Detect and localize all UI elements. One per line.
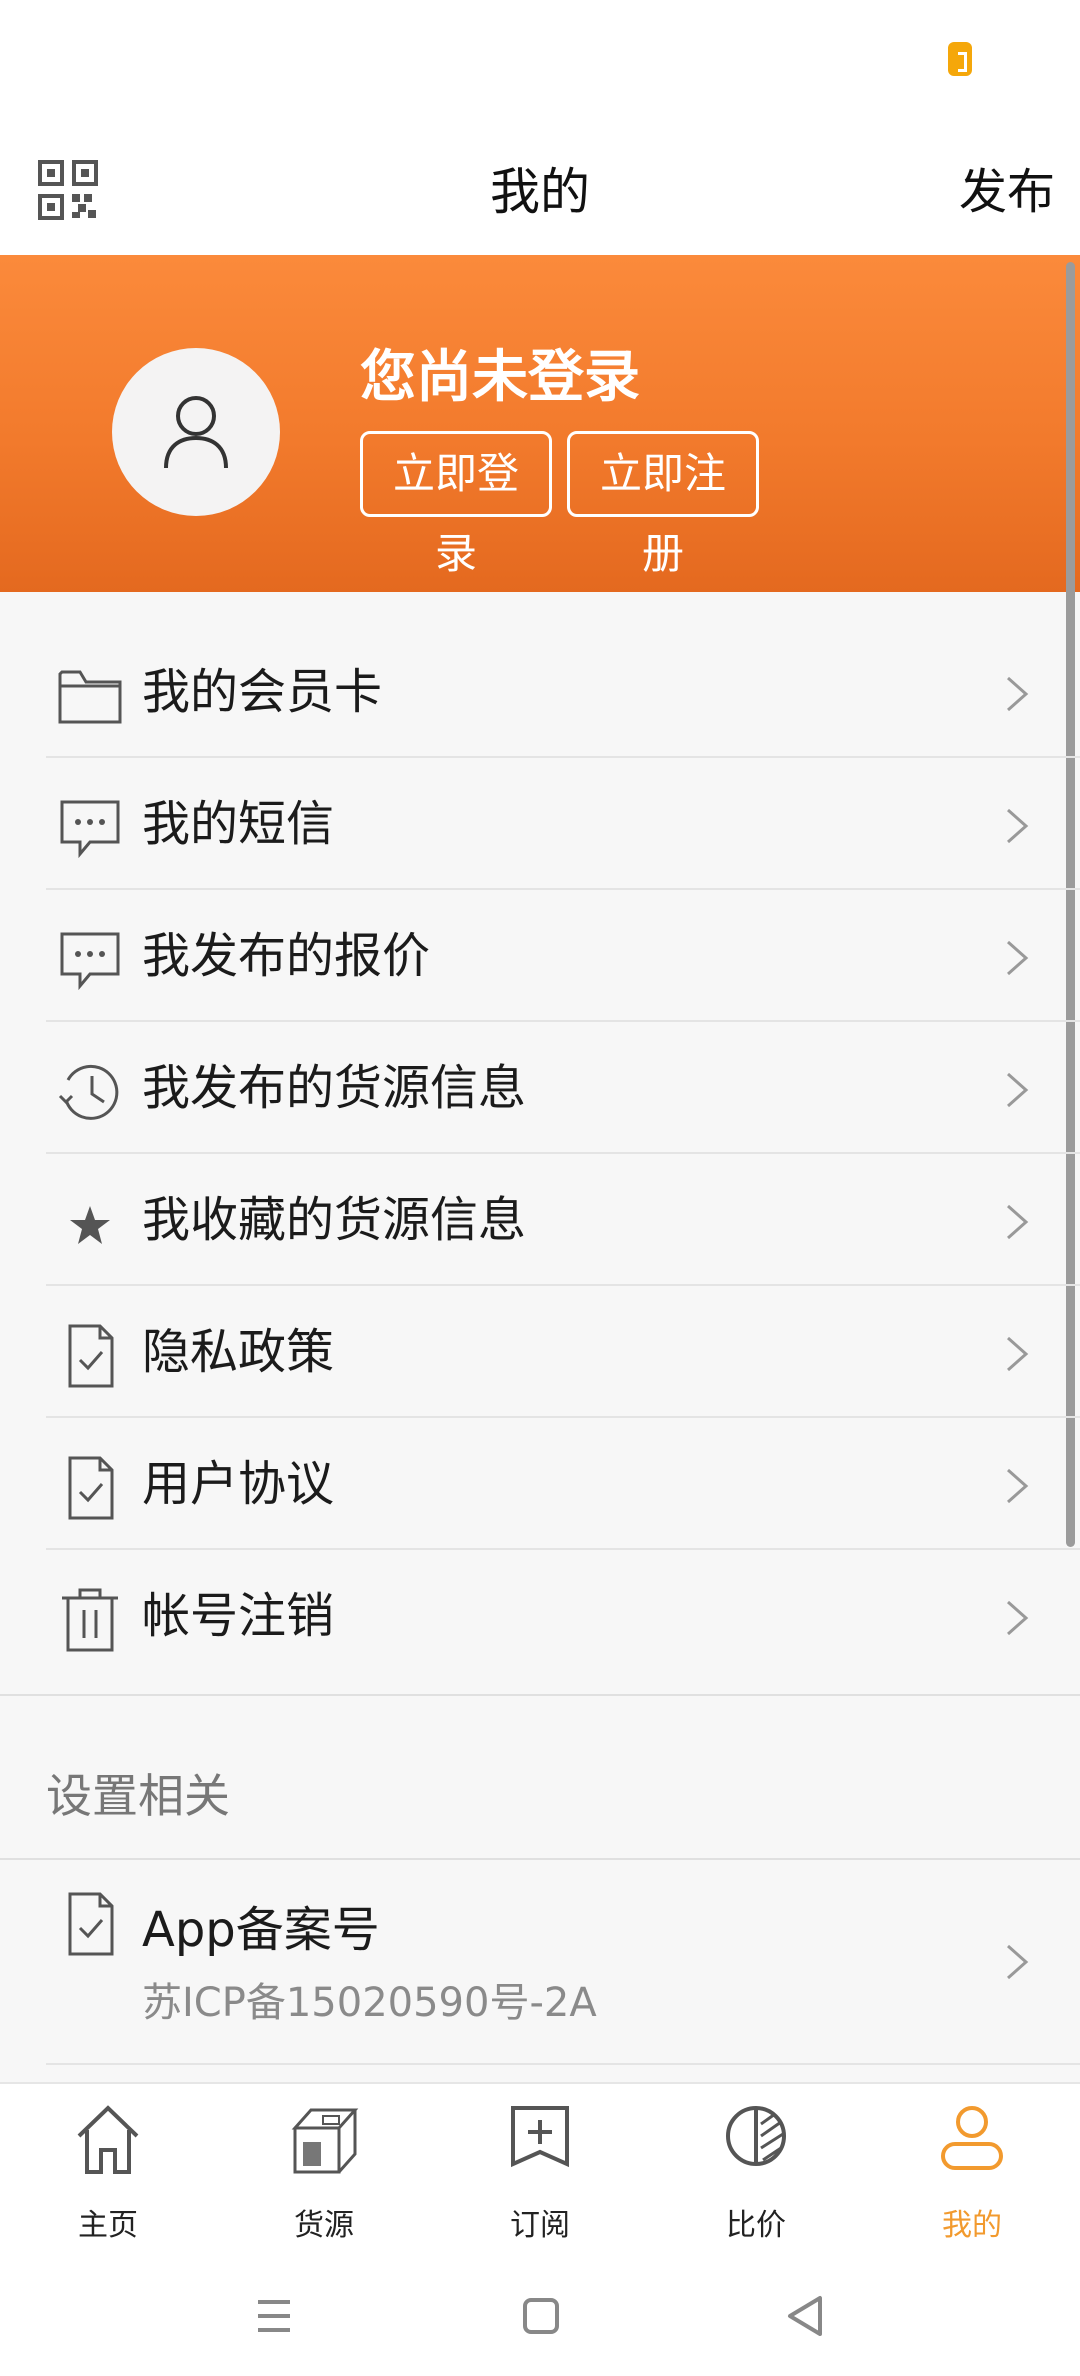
- menu-item-label: 帐号注销: [142, 1588, 335, 1644]
- status-bar: [0, 0, 1080, 130]
- menu-item-label: 我的短信: [142, 796, 335, 852]
- menu-item-label: 我发布的货源信息: [142, 1060, 527, 1116]
- bottom-tab-bar: 主页 货源 订阅 比价 我的: [0, 2082, 1080, 2258]
- menu-item-delete-account[interactable]: 帐号注销: [0, 1550, 1080, 1682]
- menu-item-app-record[interactable]: App备案号 苏ICP备15020590号-2A: [0, 1860, 1080, 2065]
- home-icon: [77, 2105, 139, 2174]
- trash-icon: [62, 1588, 118, 1652]
- system-navigation-bar: [0, 2258, 1080, 2376]
- menu-item-label: 我的会员卡: [142, 664, 383, 720]
- user-icon: [164, 396, 228, 469]
- back-icon[interactable]: [776, 2286, 836, 2346]
- history-icon: [58, 1064, 119, 1120]
- login-button[interactable]: 立即登录: [360, 431, 552, 577]
- app-record-title: App备案号: [142, 1902, 380, 1958]
- chevron-right-icon: [1007, 1204, 1029, 1240]
- chevron-right-icon: [1007, 1072, 1029, 1108]
- compare-icon: [726, 2106, 786, 2166]
- menu-list: 我的会员卡 我的短信 我发布的报价 我发布的货源信息 我收藏的货源信息 隐私政策…: [0, 626, 1080, 1682]
- divider: [0, 1694, 1080, 1696]
- message-icon: [60, 800, 120, 859]
- page-title: 我的: [490, 163, 590, 221]
- profile-banner: 您尚未登录 立即登录 立即注册: [0, 255, 1080, 592]
- menu-item-favorite-cargo[interactable]: 我收藏的货源信息: [0, 1154, 1080, 1286]
- tab-compare[interactable]: 比价: [648, 2084, 864, 2260]
- profile-icon: [941, 2106, 1003, 2170]
- subscribe-icon: [511, 2106, 569, 2168]
- chevron-right-icon: [1007, 676, 1029, 712]
- battery-icon: [948, 42, 972, 76]
- menu-item-my-cargo[interactable]: 我发布的货源信息: [0, 1022, 1080, 1154]
- menu-item-label: 隐私政策: [142, 1324, 335, 1380]
- tab-label: 我的: [942, 2208, 1002, 2243]
- chevron-right-icon: [1007, 808, 1029, 844]
- menu-item-messages[interactable]: 我的短信: [0, 758, 1080, 890]
- document-check-icon: [68, 1456, 114, 1520]
- divider: [46, 2063, 1080, 2065]
- publish-button[interactable]: 发布: [959, 130, 1055, 255]
- menu-item-label: 我发布的报价: [142, 928, 431, 984]
- document-check-icon: [68, 1892, 114, 1956]
- settings-section-title: 设置相关: [46, 1769, 230, 1823]
- tab-cargo[interactable]: 货源: [216, 2084, 432, 2260]
- home-button-icon[interactable]: [511, 2286, 571, 2346]
- chevron-right-icon: [1007, 1336, 1029, 1372]
- chevron-right-icon: [1007, 1600, 1029, 1636]
- register-button[interactable]: 立即注册: [567, 431, 759, 577]
- star-icon: [70, 1206, 110, 1244]
- tab-label: 比价: [726, 2208, 786, 2243]
- document-check-icon: [68, 1324, 114, 1388]
- qr-code-icon[interactable]: [38, 160, 98, 220]
- menu-item-my-quotes[interactable]: 我发布的报价: [0, 890, 1080, 1022]
- chevron-right-icon: [1007, 1944, 1029, 1980]
- chevron-right-icon: [1007, 1468, 1029, 1504]
- menu-item-privacy-policy[interactable]: 隐私政策: [0, 1286, 1080, 1418]
- tab-label: 货源: [294, 2208, 354, 2243]
- tab-label: 订阅: [510, 2208, 570, 2243]
- chevron-right-icon: [1007, 940, 1029, 976]
- avatar[interactable]: [112, 348, 280, 516]
- top-header: 我的 发布: [0, 130, 1080, 255]
- app-record-number: 苏ICP备15020590号-2A: [142, 1980, 597, 2026]
- tab-home[interactable]: 主页: [0, 2084, 216, 2260]
- tab-subscribe[interactable]: 订阅: [432, 2084, 648, 2260]
- menu-item-label: 用户协议: [142, 1456, 335, 1512]
- folder-icon: [58, 670, 122, 724]
- menu-item-membership-card[interactable]: 我的会员卡: [0, 626, 1080, 758]
- message-icon: [60, 932, 120, 991]
- menu-icon[interactable]: [244, 2286, 304, 2346]
- login-status-text: 您尚未登录: [360, 345, 640, 410]
- cargo-icon: [291, 2108, 359, 2174]
- menu-item-label: 我收藏的货源信息: [142, 1192, 527, 1248]
- menu-item-user-agreement[interactable]: 用户协议: [0, 1418, 1080, 1550]
- tab-profile[interactable]: 我的: [864, 2084, 1080, 2260]
- tab-label: 主页: [78, 2208, 138, 2243]
